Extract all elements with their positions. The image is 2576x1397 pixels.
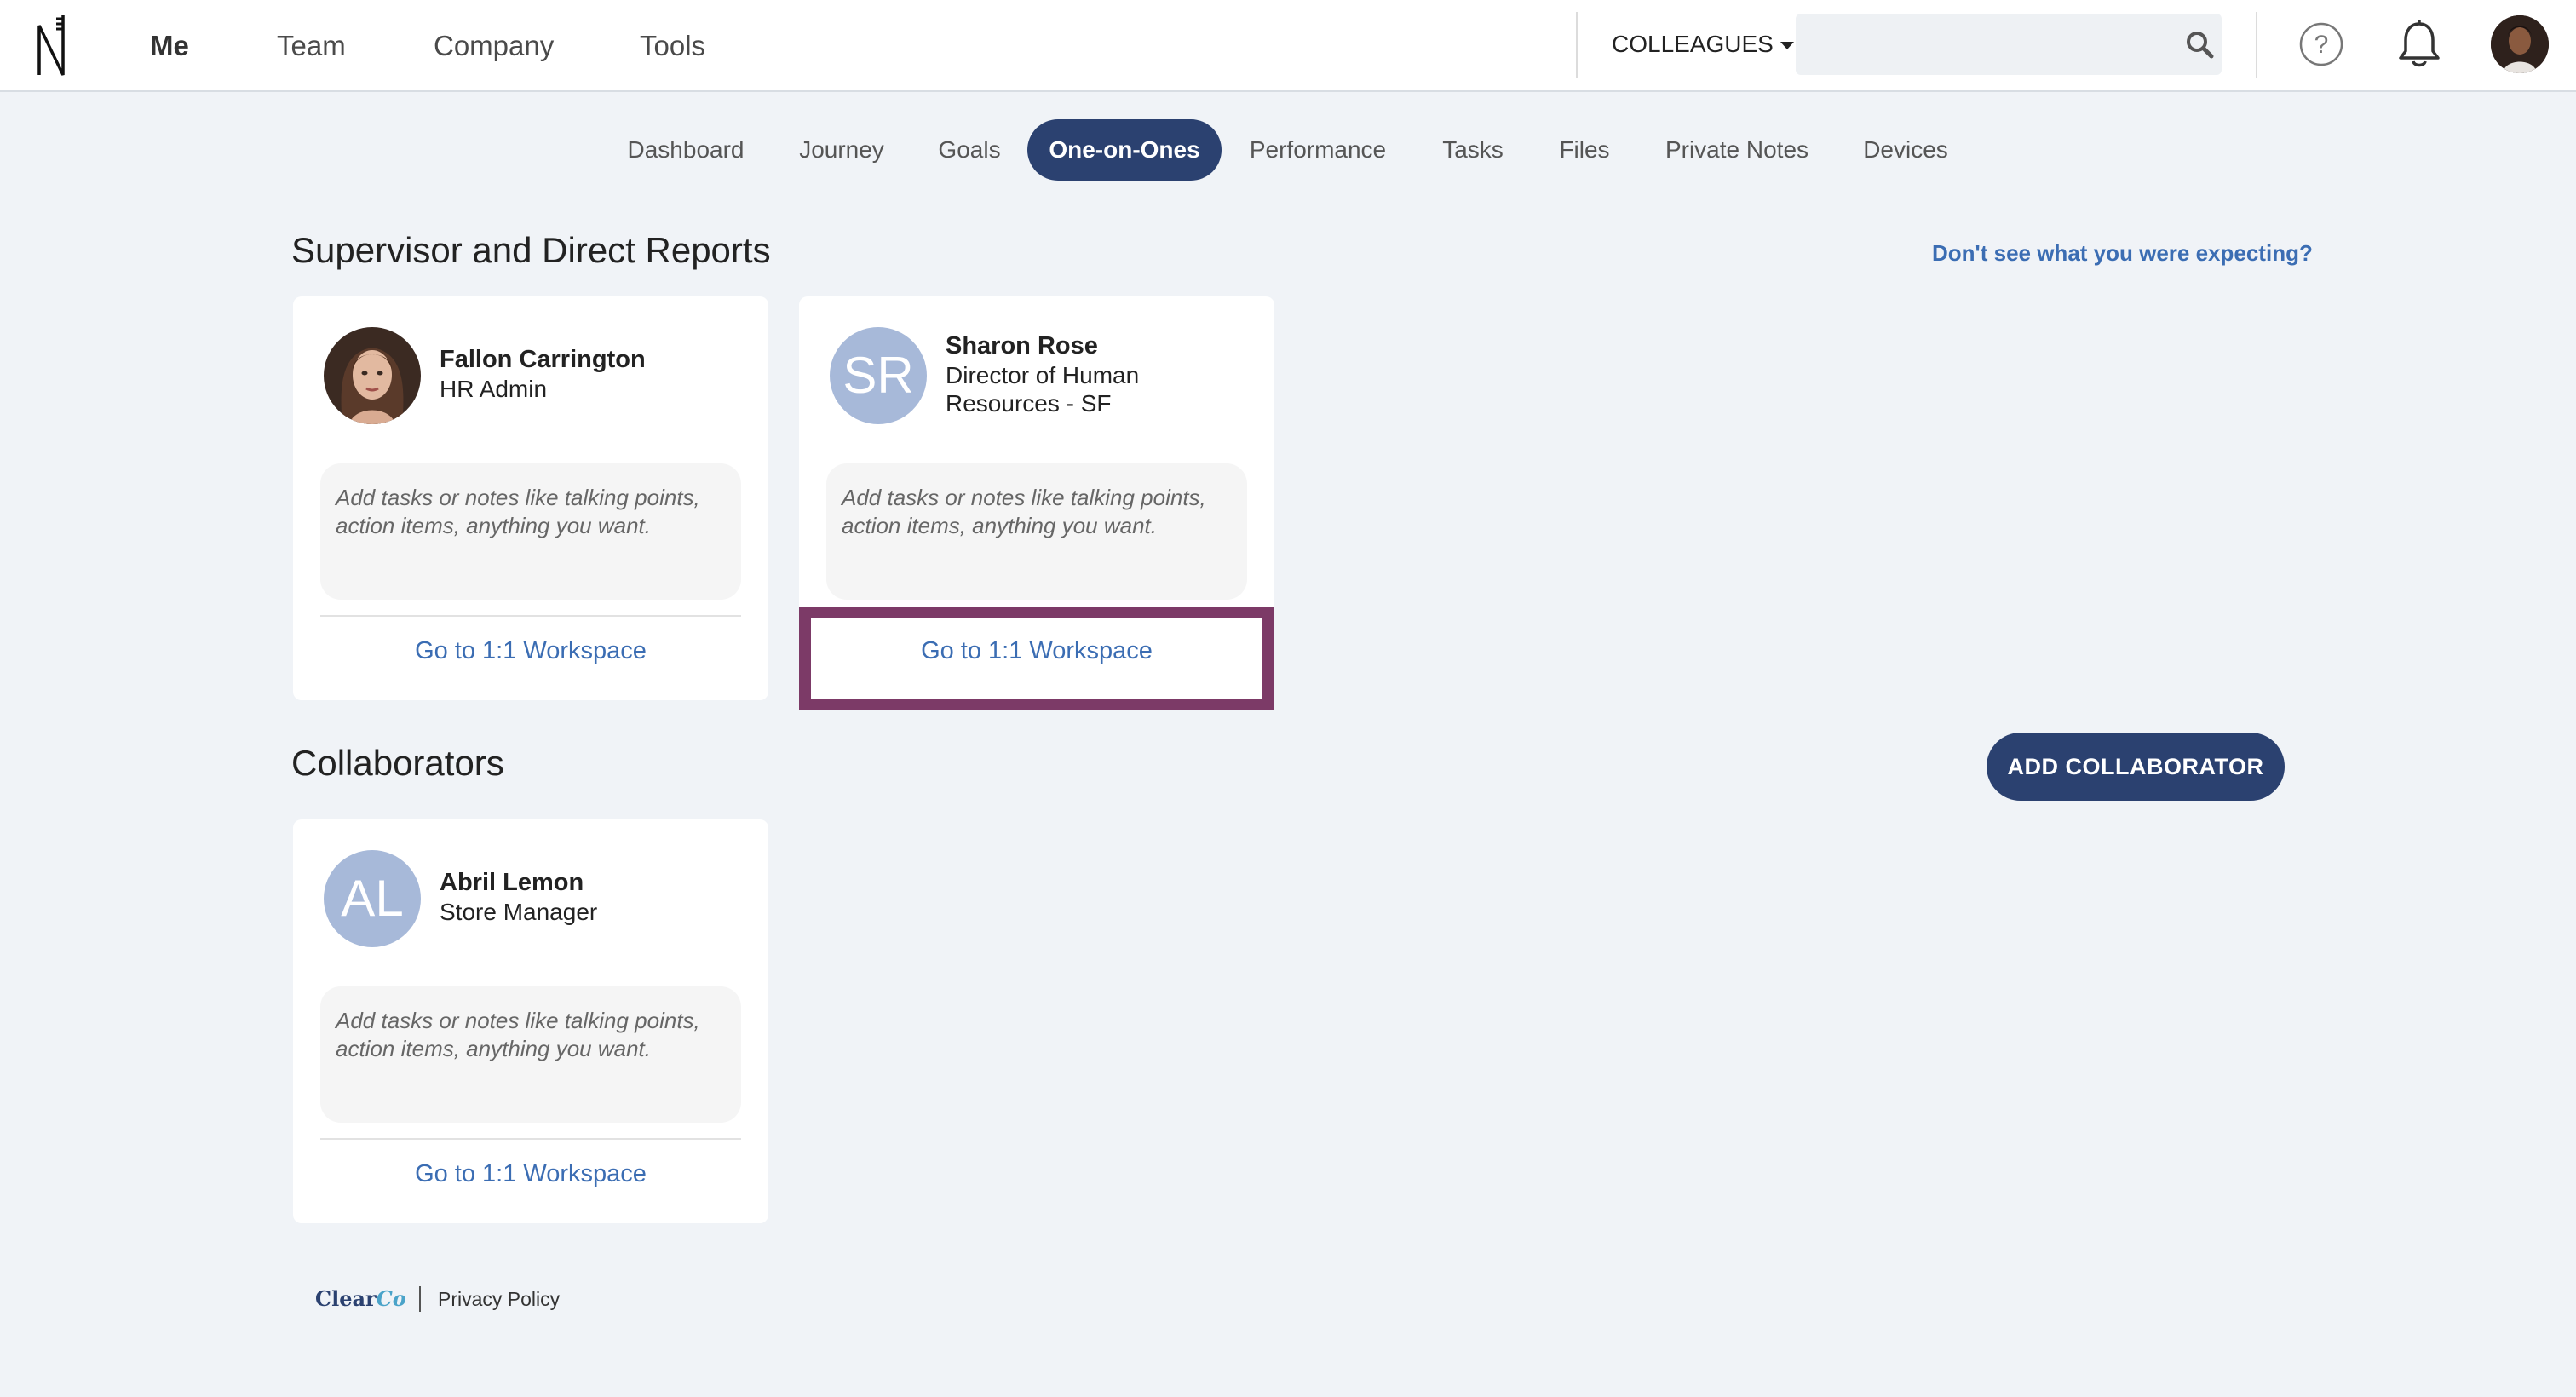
nav-tools[interactable]: Tools	[640, 26, 705, 66]
person-role: Store Manager	[440, 899, 598, 925]
search-input[interactable]	[1796, 14, 2153, 75]
notes-input[interactable]: Add tasks or notes like talking points, …	[320, 986, 741, 1123]
avatar-portrait-icon	[2491, 15, 2549, 73]
tab-private-notes[interactable]: Private Notes	[1658, 119, 1816, 181]
tab-files[interactable]: Files	[1552, 119, 1617, 181]
colleagues-label: COLLEAGUES	[1612, 31, 1774, 57]
user-avatar[interactable]	[2491, 15, 2549, 73]
tab-goals[interactable]: Goals	[930, 119, 1009, 181]
card-divider	[320, 1138, 741, 1140]
notes-input[interactable]: Add tasks or notes like talking points, …	[826, 463, 1247, 600]
card-divider	[320, 615, 741, 617]
section-title-collaborators: Collaborators	[291, 743, 504, 783]
unexpected-results-link[interactable]: Don't see what you were expecting?	[1932, 240, 2313, 267]
person-role: Director of Human Resources - SF	[946, 362, 1140, 417]
svg-text:?: ?	[2314, 31, 2329, 59]
highlighted-workspace-button[interactable]: Go to 1:1 Workspace	[799, 607, 1274, 710]
help-icon[interactable]: ?	[2298, 21, 2344, 67]
avatar	[324, 327, 421, 424]
privacy-policy-link[interactable]: Privacy Policy	[438, 1288, 560, 1311]
caret-down-icon	[1780, 42, 1794, 50]
workspace-link[interactable]: Go to 1:1 Workspace	[811, 637, 1262, 665]
search-icon[interactable]	[2184, 29, 2215, 60]
footer-divider	[419, 1286, 421, 1312]
tab-performance[interactable]: Performance	[1242, 119, 1394, 181]
logo-icon[interactable]	[34, 14, 73, 77]
logo-text-accent: Co	[376, 1286, 406, 1311]
tab-devices[interactable]: Devices	[1857, 119, 1954, 181]
avatar: AL	[324, 850, 421, 947]
workspace-link[interactable]: Go to 1:1 Workspace	[293, 637, 768, 665]
tab-tasks[interactable]: Tasks	[1433, 119, 1513, 181]
person-card: Fallon Carrington HR Admin Add tasks or …	[293, 296, 768, 700]
notes-input[interactable]: Add tasks or notes like talking points, …	[320, 463, 741, 600]
search-box	[1796, 14, 2222, 75]
section-title-supervisor: Supervisor and Direct Reports	[291, 230, 771, 270]
person-name[interactable]: Sharon Rose	[946, 332, 1098, 360]
tab-journey[interactable]: Journey	[787, 119, 896, 181]
colleagues-dropdown[interactable]: COLLEAGUES	[1612, 26, 1794, 63]
top-bar: Me Team Company Tools COLLEAGUES ?	[0, 0, 2576, 92]
tab-dashboard[interactable]: Dashboard	[617, 119, 755, 181]
topbar-divider	[1576, 12, 1578, 78]
bell-icon[interactable]	[2395, 19, 2443, 70]
avatar: SR	[830, 327, 927, 424]
nav-team[interactable]: Team	[277, 26, 346, 66]
nav-me[interactable]: Me	[150, 26, 189, 66]
logo-text: Clear	[315, 1286, 377, 1311]
person-card: AL Abril Lemon Store Manager Add tasks o…	[293, 819, 768, 1223]
person-role: HR Admin	[440, 376, 548, 402]
topbar-divider	[2256, 12, 2257, 78]
company-logo: ClearCo	[315, 1286, 406, 1311]
person-name[interactable]: Abril Lemon	[440, 869, 584, 897]
tab-one-on-ones[interactable]: One-on-Ones	[1027, 119, 1222, 181]
add-collaborator-button[interactable]: ADD COLLABORATOR	[1987, 733, 2285, 801]
portrait-icon	[324, 327, 421, 424]
nav-company[interactable]: Company	[434, 26, 554, 66]
person-name[interactable]: Fallon Carrington	[440, 346, 646, 374]
workspace-link[interactable]: Go to 1:1 Workspace	[293, 1160, 768, 1188]
